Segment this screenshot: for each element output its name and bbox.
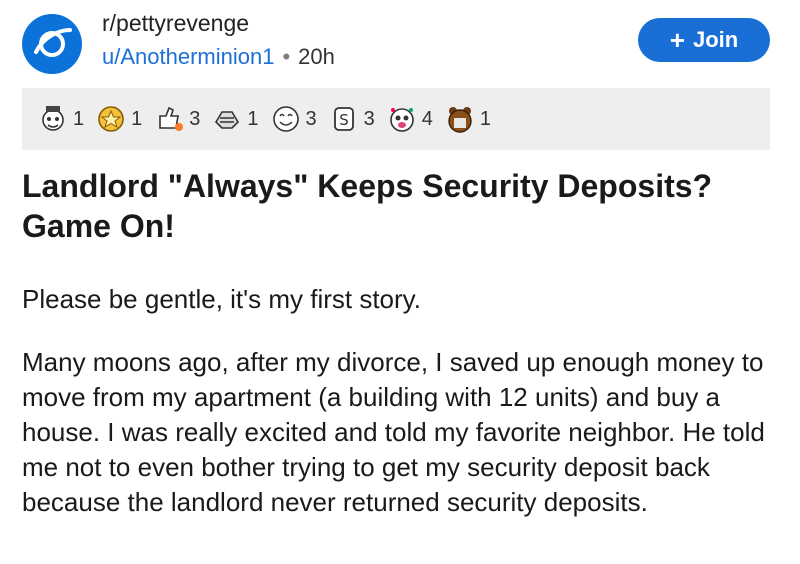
join-button[interactable]: + Join <box>638 18 770 62</box>
award-5-icon <box>272 106 299 132</box>
award-count: 3 <box>189 107 201 130</box>
award-count: 3 <box>305 107 317 130</box>
subreddit-avatar[interactable] <box>22 14 82 74</box>
award-3-icon <box>159 106 184 131</box>
post-header: r/pettyrevenge u/Anotherminion1 • 20h + … <box>22 10 778 76</box>
post-title[interactable]: Landlord "Always" Keeps Security Deposit… <box>22 166 762 246</box>
award-count: 4 <box>421 107 433 130</box>
award-item[interactable]: 3 <box>152 102 200 136</box>
post-time: 20h <box>298 44 335 69</box>
plus-icon: + <box>669 25 685 55</box>
award-item[interactable]: 4 <box>385 102 433 136</box>
awards-bar[interactable]: 1 1 3 1 3 S 3 4 1 <box>22 88 770 150</box>
join-label: Join <box>692 27 739 52</box>
planet-icon <box>34 28 72 57</box>
author-username[interactable]: u/Anotherminion1 <box>102 44 274 70</box>
award-count: 3 <box>363 107 375 130</box>
subreddit-name[interactable]: r/pettyrevenge <box>102 10 249 37</box>
post-paragraph: Please be gentle, it's my first story. <box>22 284 421 314</box>
award-7-icon <box>389 108 414 132</box>
award-count: 1 <box>73 107 85 130</box>
author-line: u/Anotherminion1 • 20h <box>102 44 335 70</box>
award-item[interactable]: S 3 <box>327 102 375 136</box>
award-2-icon <box>98 106 124 132</box>
award-item[interactable]: 1 <box>36 102 84 136</box>
award-8-icon <box>448 107 472 133</box>
award-item[interactable]: 1 <box>210 102 259 136</box>
award-6-icon: S <box>333 107 354 131</box>
svg-text:S: S <box>339 111 349 129</box>
award-count: 1 <box>247 107 259 130</box>
award-count: 1 <box>479 107 491 130</box>
award-item[interactable]: 1 <box>443 102 491 136</box>
separator-dot: • <box>282 44 291 69</box>
award-1-icon <box>42 106 64 131</box>
award-count: 1 <box>131 107 143 130</box>
award-item[interactable]: 1 <box>94 102 142 136</box>
post-paragraph: Many moons ago, after my divorce, I save… <box>22 347 765 517</box>
award-4-icon <box>215 111 240 129</box>
award-item[interactable]: 3 <box>269 102 317 136</box>
